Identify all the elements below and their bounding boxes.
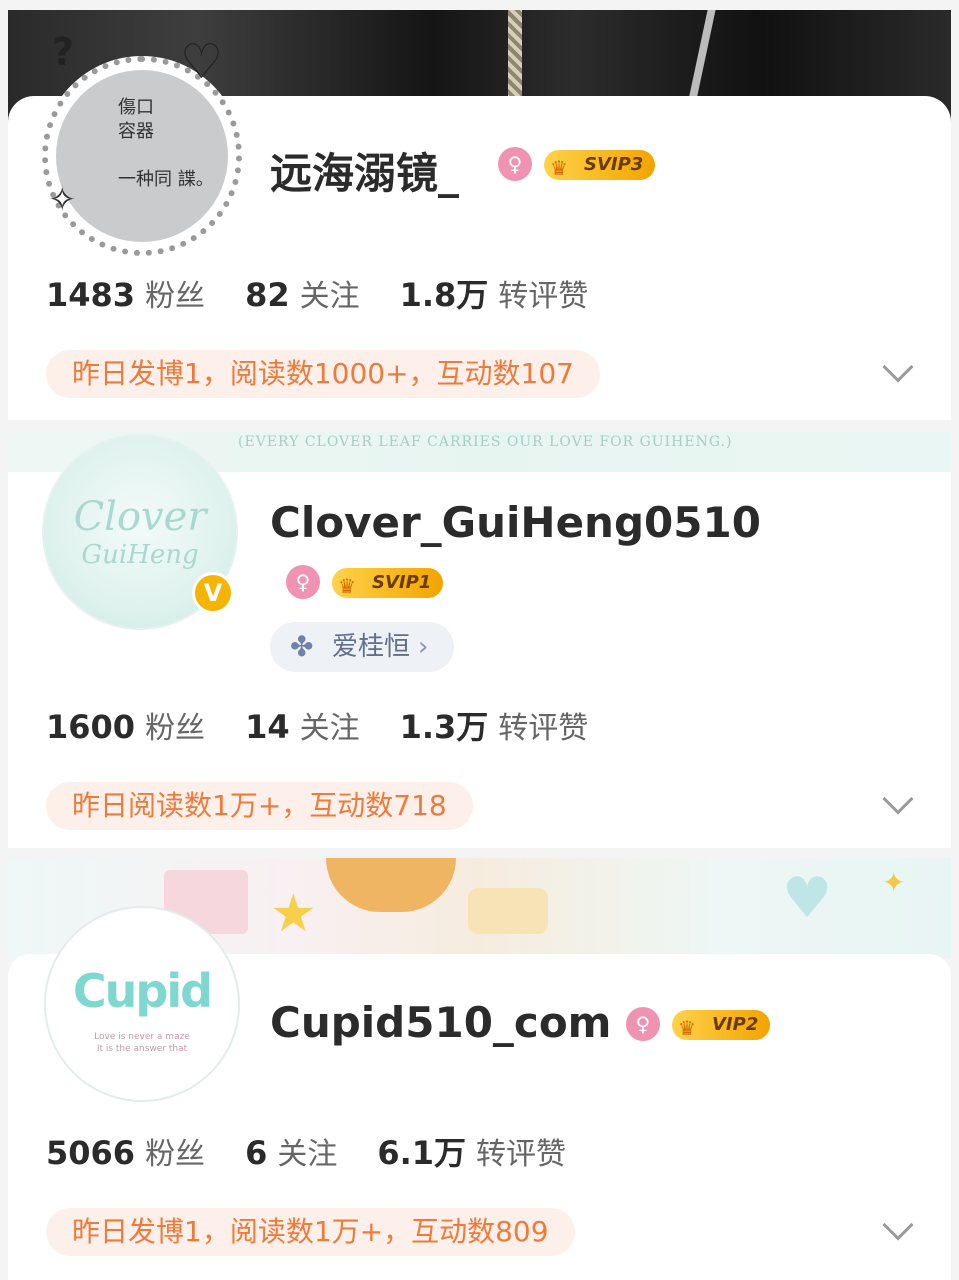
fans-stat[interactable]: 1600 粉丝 [46, 708, 205, 746]
vip-badge[interactable]: ♛ VIP2 [672, 1010, 771, 1040]
vip-label: SVIP1 [372, 572, 432, 593]
female-icon: ♀ [498, 147, 532, 181]
stats-row: 1483 粉丝 82 关注 1.8万 转评赞 [46, 270, 588, 316]
follow-stat[interactable]: 6 关注 [245, 1134, 337, 1172]
profile-card-3: ★ ♥ ✦ Cupid Love is never a maze It is t… [8, 858, 951, 1280]
female-icon: ♀ [286, 565, 320, 599]
fans-stat[interactable]: 1483 粉丝 [46, 276, 205, 314]
avatar-text-line: 傷口 [118, 97, 154, 118]
sparkle-icon: ✦ [882, 866, 906, 899]
vip-badge[interactable]: ♛ SVIP3 [544, 150, 656, 180]
fan-group-tag[interactable]: ✤ 爱桂恒 › [270, 622, 455, 672]
likes-stat[interactable]: 6.1万 转评赞 [377, 1134, 566, 1172]
profile-card-2: (EVERY CLOVER LEAF CARRIES OUR LOVE FOR … [8, 432, 951, 848]
follow-stat[interactable]: 14 关注 [245, 708, 360, 746]
avatar[interactable]: Cupid Love is never a maze It is the ans… [44, 906, 240, 1102]
heart-icon: ♥ [782, 866, 833, 931]
crown-icon: ♛ [338, 574, 356, 598]
stats-row: 5066 粉丝 6 关注 6.1万 转评赞 [46, 1128, 566, 1174]
banner-slogan: (EVERY CLOVER LEAF CARRIES OUR LOVE FOR … [238, 434, 733, 450]
activity-pill[interactable]: 昨日发博1，阅读数1000+，互动数107 [46, 350, 600, 398]
user-name: Cupid510_com [270, 998, 612, 1047]
follow-stat[interactable]: 82 关注 [245, 276, 360, 314]
cake-icon [468, 888, 548, 934]
star-sticker-icon: ✧ [48, 180, 77, 220]
verified-badge: V [192, 572, 234, 614]
star-icon: ★ [270, 884, 317, 944]
crown-icon: ♛ [550, 156, 568, 180]
vip-badge[interactable]: ♛ SVIP1 [332, 568, 444, 598]
clover-icon: ✤ [290, 630, 314, 663]
fans-stat[interactable]: 5066 粉丝 [46, 1134, 205, 1172]
avatar-sub-text: Love is never a maze [94, 1032, 190, 1042]
avatar-logo: Cupid [72, 964, 213, 1018]
user-name: Clover_GuiHeng0510 [270, 498, 761, 547]
avatar-logo: Clover [73, 494, 207, 540]
likes-stat[interactable]: 1.8万 转评赞 [400, 276, 589, 314]
female-icon: ♀ [626, 1007, 660, 1041]
vip-label: SVIP3 [584, 154, 644, 175]
avatar-text-line: 一种同 諜。 [118, 169, 214, 190]
user-name: 远海溺镜_ [270, 149, 460, 198]
tag-label: 爱桂恒 [332, 632, 411, 662]
activity-pill[interactable]: 昨日阅读数1万+，互动数718 [46, 782, 473, 830]
question-sticker-icon: ? [52, 30, 75, 74]
activity-pill[interactable]: 昨日发博1，阅读数1万+，互动数809 [46, 1208, 575, 1256]
profile-card-1: 傷口 容器 一种同 諜。 ♡ ? ✧ 远海溺镜_ ♀ ♛ SVIP3 1483 粉… [8, 10, 951, 420]
stats-row: 1600 粉丝 14 关注 1.3万 转评赞 [46, 702, 588, 748]
avatar-sub-text: It is the answer that [96, 1044, 188, 1054]
puppy-icon [326, 858, 456, 912]
vip-label: VIP2 [712, 1014, 759, 1035]
avatar-logo-sub: GuiHeng [81, 540, 199, 570]
likes-stat[interactable]: 1.3万 转评赞 [400, 708, 589, 746]
heart-sticker-icon: ♡ [180, 34, 224, 90]
crown-icon: ♛ [678, 1016, 696, 1040]
chevron-right-icon: › [418, 632, 429, 662]
avatar-text-line: 容器 [118, 121, 154, 142]
